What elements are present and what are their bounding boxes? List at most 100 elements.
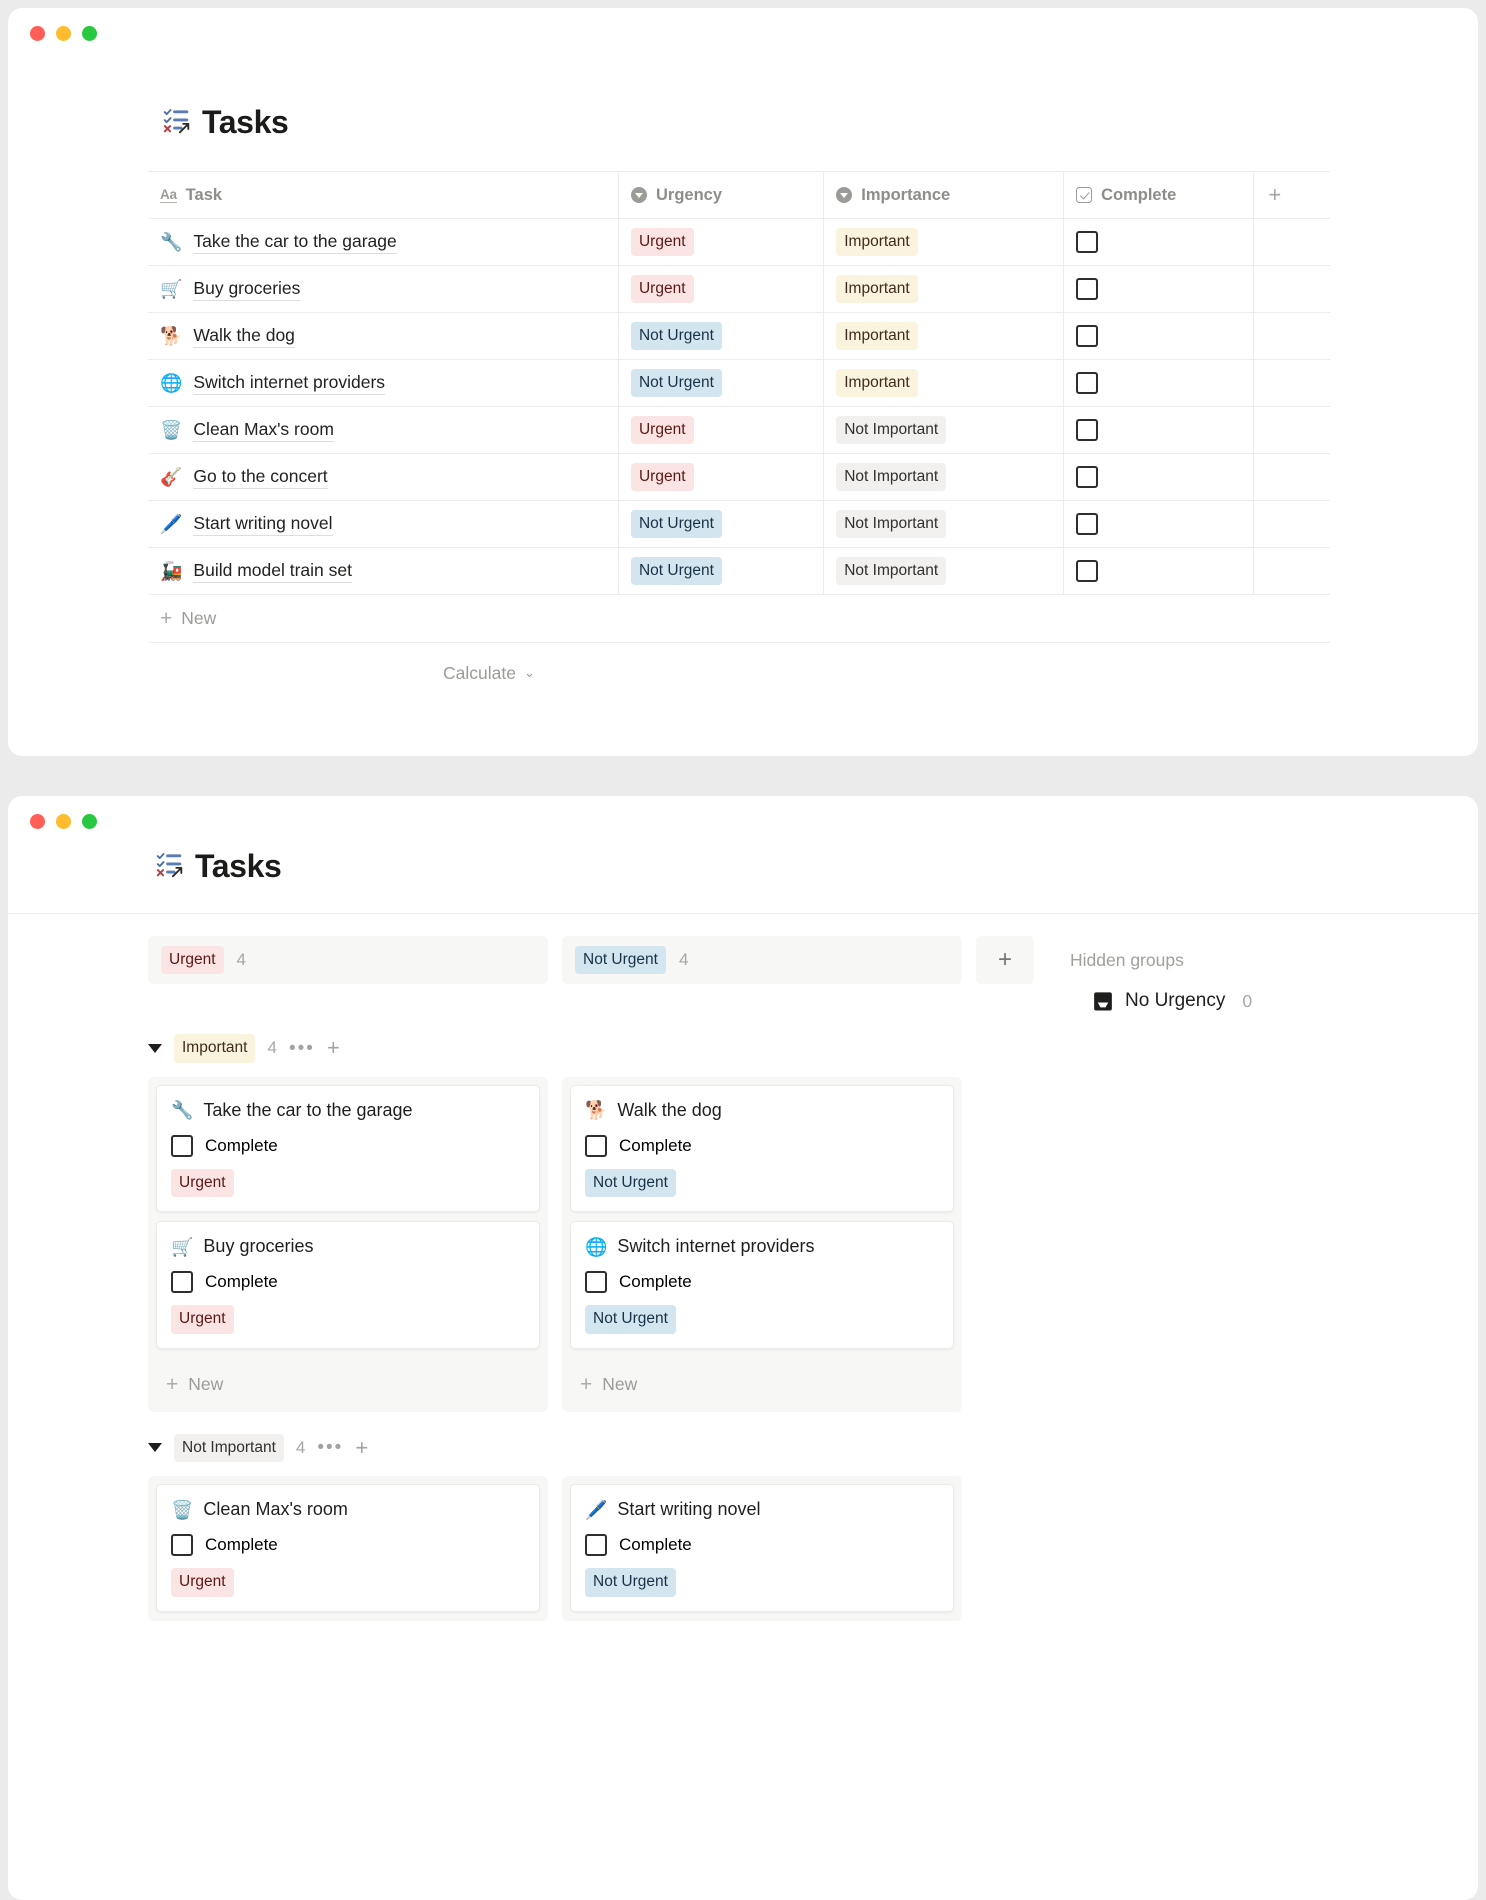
table-row[interactable]: 🌐 Switch internet providers Not Urgent I… [148,359,1330,407]
row-emoji-icon: 🖊️ [160,514,183,534]
complete-checkbox[interactable] [585,1271,607,1293]
cell-task[interactable]: 🖊️ Start writing novel [148,500,619,548]
board-lane-add-card-button[interactable]: + New [570,1358,954,1412]
cell-complete[interactable] [1063,218,1255,266]
complete-checkbox[interactable] [585,1134,607,1157]
board-card-title: 🌐 Switch internet providers [585,1236,939,1257]
complete-checkbox[interactable] [1076,513,1099,535]
board-card[interactable]: 🐕 Walk the dog Complete Not Urgent [570,1084,954,1212]
table-row[interactable]: 🖊️ Start writing novel Not Urgent Not Im… [148,500,1330,548]
cell-urgency[interactable]: Not Urgent [618,500,825,548]
cell-importance[interactable]: Not Important [823,406,1065,454]
table-row[interactable]: 🗑️ Clean Max's room Urgent Not Important [148,406,1330,454]
board-lane-add-card-button[interactable]: + New [156,1358,540,1412]
table-row[interactable]: 🔧 Take the car to the garage Urgent Impo… [148,218,1330,266]
hidden-group-no-urgency[interactable]: No Urgency 0 [1070,990,1458,1012]
board-card[interactable]: 🗑️ Clean Max's room Complete Urgent [156,1484,540,1612]
complete-checkbox[interactable] [1076,278,1099,300]
complete-checkbox[interactable] [1076,419,1099,441]
cell-importance[interactable]: Not Important [823,453,1065,501]
cell-urgency[interactable]: Urgent [618,265,825,313]
cell-complete[interactable] [1063,547,1255,595]
urgency-tag: Not Urgent [630,509,722,539]
chevron-down-icon: ⌄ [523,665,535,680]
board-card[interactable]: 🛒 Buy groceries Complete Urgent [156,1221,540,1349]
maximize-window-button[interactable] [82,26,97,41]
board-card-complete-row[interactable]: Complete [171,1534,525,1556]
board-card[interactable]: 🌐 Switch internet providers Complete Not… [570,1221,954,1349]
column-header-add[interactable]: + [1253,171,1330,219]
board-card[interactable]: 🔧 Take the car to the garage Complete Ur… [156,1084,540,1212]
board-card-complete-row[interactable]: Complete [585,1271,939,1293]
maximize-window-button[interactable] [82,814,97,829]
complete-checkbox[interactable] [1076,325,1099,347]
cell-importance[interactable]: Not Important [823,500,1065,548]
minimize-window-button[interactable] [56,26,71,41]
cell-task[interactable]: 🔧 Take the car to the garage [148,218,619,266]
cell-urgency[interactable]: Not Urgent [618,312,825,360]
cell-importance[interactable]: Important [823,359,1065,407]
close-window-button[interactable] [30,26,45,41]
complete-checkbox[interactable] [1076,231,1099,253]
cell-importance[interactable]: Important [823,312,1065,360]
complete-checkbox[interactable] [1076,560,1099,582]
cell-task[interactable]: 🛒 Buy groceries [148,265,619,313]
board-group-header-important[interactable]: Important 4 ••• + [148,1034,1458,1063]
minimize-window-button[interactable] [56,814,71,829]
table-row[interactable]: 🎸 Go to the concert Urgent Not Important [148,453,1330,501]
cell-complete[interactable] [1063,359,1255,407]
column-header-urgency[interactable]: Urgency [618,171,825,219]
collapse-caret-icon[interactable] [148,1043,162,1053]
collapse-caret-icon[interactable] [148,1443,162,1453]
board-card-complete-row[interactable]: Complete [171,1134,525,1157]
board-card[interactable]: 🖊️ Start writing novel Complete Not Urge… [570,1484,954,1612]
board-card-complete-row[interactable]: Complete [585,1134,939,1157]
cell-importance[interactable]: Important [823,265,1065,313]
complete-checkbox[interactable] [171,1134,193,1157]
cell-complete[interactable] [1063,265,1255,313]
add-board-column-button[interactable]: + [976,936,1034,984]
cell-task[interactable]: 🎸 Go to the concert [148,453,619,501]
tasks-table-body: 🔧 Take the car to the garage Urgent Impo… [148,218,1330,595]
table-row[interactable]: 🛒 Buy groceries Urgent Important [148,265,1330,313]
cell-urgency[interactable]: Not Urgent [618,547,825,595]
cell-complete[interactable] [1063,312,1255,360]
cell-importance[interactable]: Important [823,218,1065,266]
complete-checkbox[interactable] [1076,466,1099,488]
complete-checkbox[interactable] [1076,372,1099,394]
cell-task[interactable]: 🐕 Walk the dog [148,312,619,360]
board-card-complete-row[interactable]: Complete [171,1271,525,1293]
cell-urgency[interactable]: Urgent [618,218,825,266]
cell-urgency[interactable]: Urgent [618,453,825,501]
board-card-complete-row[interactable]: Complete [585,1534,939,1556]
column-header-task[interactable]: Aa Task [148,171,619,219]
card-title-text: Walk the dog [617,1099,722,1120]
table-row[interactable]: 🚂 Build model train set Not Urgent Not I… [148,547,1330,595]
row-emoji-icon: 🐕 [160,326,183,346]
board-column-not-urgent[interactable]: Not Urgent 4 [562,936,962,984]
board-group-menu-icon[interactable]: ••• [289,1039,315,1058]
table-row[interactable]: 🐕 Walk the dog Not Urgent Important [148,312,1330,360]
board-group-add-icon[interactable]: + [355,1436,368,1459]
board-group-header-not-important[interactable]: Not Important 4 ••• + [148,1433,1458,1462]
add-new-row-button[interactable]: + New [148,595,1330,643]
cell-importance[interactable]: Not Important [823,547,1065,595]
cell-complete[interactable] [1063,406,1255,454]
complete-checkbox[interactable] [171,1534,193,1556]
complete-checkbox[interactable] [585,1534,607,1556]
complete-checkbox[interactable] [171,1271,193,1293]
cell-task[interactable]: 🚂 Build model train set [148,547,619,595]
column-header-complete[interactable]: Complete [1063,171,1255,219]
cell-task[interactable]: 🌐 Switch internet providers [148,359,619,407]
cell-complete[interactable] [1063,453,1255,501]
calculate-button[interactable]: Calculate ⌄ [443,663,535,684]
board-column-urgent[interactable]: Urgent 4 [148,936,548,984]
column-header-importance[interactable]: Importance [823,171,1065,219]
close-window-button[interactable] [30,814,45,829]
board-group-menu-icon[interactable]: ••• [317,1438,343,1457]
cell-complete[interactable] [1063,500,1255,548]
board-group-add-icon[interactable]: + [327,1037,340,1059]
cell-urgency[interactable]: Not Urgent [618,359,825,407]
cell-task[interactable]: 🗑️ Clean Max's room [148,406,619,454]
cell-urgency[interactable]: Urgent [618,406,825,454]
